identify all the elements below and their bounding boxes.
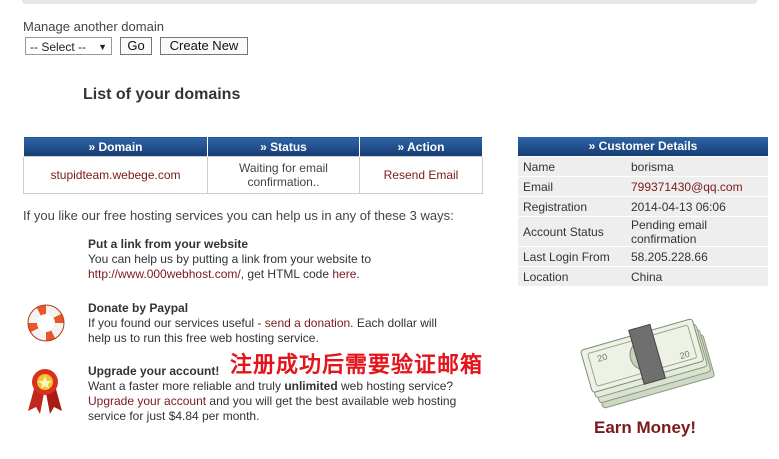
help-intro-text: If you like our free hosting services yo… [23,208,454,223]
customer-key: Account Status [523,225,604,239]
dropdown-arrow-icon: ▼ [98,42,107,52]
customer-value: borisma [631,160,674,174]
site-url-link[interactable]: http://www.000webhost.com/ [88,267,241,281]
customer-key: Email [523,180,554,194]
top-divider [22,0,757,4]
customer-value: 2014-04-13 06:06 [631,200,726,214]
domain-link[interactable]: stupidteam.webege.com [23,156,208,194]
customer-row-name: Name borisma [518,157,768,176]
annotation-overlay-text: 注册成功后需要验证邮箱 [230,352,484,377]
upgrade-text1: Want a faster more reliable and truly [88,379,285,393]
help-link-title: Put a link from your website [88,237,249,251]
earn-money-link[interactable]: Earn Money! [594,418,696,438]
help-link-section: Put a link from your website You can hel… [88,237,458,282]
customer-value: China [631,270,663,284]
here-link[interactable]: here [332,267,356,281]
column-header-domain: » Domain [23,136,208,157]
help-link-text2: , get HTML code [240,267,333,281]
customer-row-account-status: Account Status Pending email confirmatio… [518,217,768,246]
go-button[interactable]: Go [120,37,152,55]
column-header-action: » Action [359,136,483,157]
unlimited-text: unlimited [284,379,338,393]
column-header-status: » Status [207,136,360,157]
customer-key: Registration [523,200,588,214]
customer-key: Last Login From [523,250,610,264]
help-link-text3: . [356,267,360,281]
help-link-text: You can help us by putting a link from y… [88,252,372,266]
manage-domain-label: Manage another domain [23,19,164,34]
paypal-title: Donate by Paypal [88,301,189,315]
domain-select[interactable]: -- Select -- ▼ [25,37,112,55]
upgrade-text2: web hosting service? [337,379,454,393]
customer-details-header: » Customer Details [518,137,768,156]
paypal-section: Donate by Paypal If you found our servic… [88,301,458,346]
customer-row-registration: Registration 2014-04-13 06:06 [518,197,768,216]
domain-select-value: -- Select -- [30,40,87,54]
customer-value: Pending email confirmation [631,218,708,246]
create-new-button[interactable]: Create New [160,37,248,55]
paypal-text1: If you found our services useful - [88,316,265,330]
send-donation-link[interactable]: send a donation [265,316,350,330]
customer-row-email: Email 799371430@qq.com [518,177,768,196]
award-ribbon-icon [28,369,62,414]
customer-row-location: Location China [518,267,768,286]
table-row: stupidteam.webege.com Waiting for email … [23,156,483,194]
customer-value: 58.205.228.66 [631,250,708,264]
customer-key: Name [523,160,556,174]
customer-row-last-login: Last Login From 58.205.228.66 [518,247,768,266]
lifebuoy-icon [27,304,65,342]
list-title: List of your domains [83,86,241,103]
domains-table: » Domain » Status » Action stupidteam.we… [23,136,483,194]
resend-email-link[interactable]: Resend Email [359,156,483,194]
customer-key: Location [523,270,569,284]
money-stack-icon[interactable]: 20 20 [578,298,718,410]
upgrade-account-link[interactable]: Upgrade your account [88,394,206,408]
customer-email-link[interactable]: 799371430@qq.com [631,180,743,194]
domain-status: Waiting for email confirmation.. [207,156,360,194]
